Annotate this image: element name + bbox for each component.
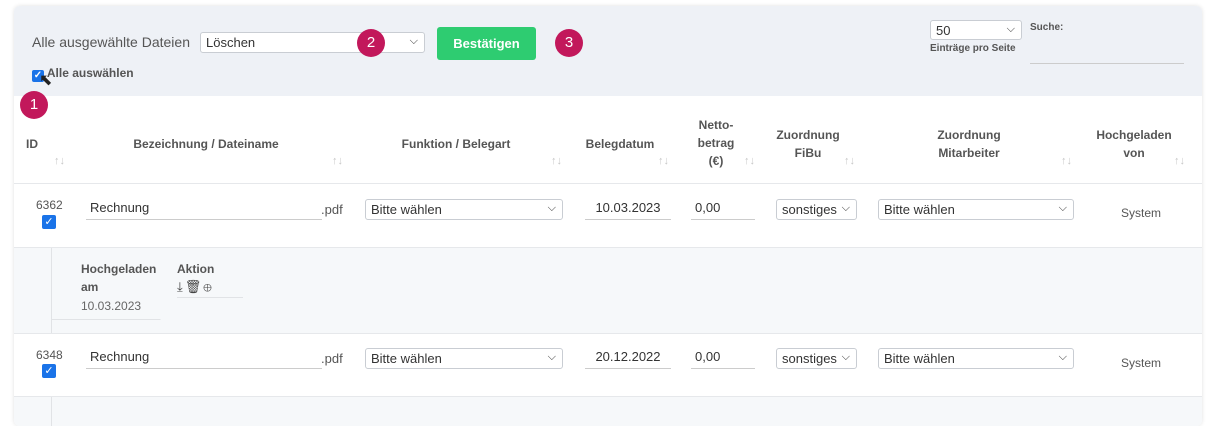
per-page-value: 50	[936, 23, 951, 38]
column-header-id[interactable]: ID	[26, 135, 56, 153]
per-page-label: Einträge pro Seite	[930, 43, 1016, 54]
column-header-label: Bezeichnung / Dateiname	[133, 137, 279, 151]
sort-icon[interactable]: ↑↓	[1061, 155, 1072, 167]
step-badge-1: 1	[20, 91, 48, 119]
chevron-down-icon: ⌵	[1058, 351, 1067, 363]
fibu-value: sonstiges	[782, 202, 837, 217]
employee-select[interactable]: Bitte wählen ⌵	[878, 348, 1074, 369]
function-select[interactable]: Bitte wählen ⌵	[365, 348, 563, 369]
row-id: 6348	[36, 348, 63, 362]
column-header-label: Zuordnung Mitarbeiter	[937, 128, 1001, 160]
step-badge-3: 3	[555, 29, 583, 57]
amount-input[interactable]: 0,00	[691, 348, 755, 369]
chevron-down-icon: ⌵	[841, 202, 850, 214]
chevron-down-icon: ⌵	[1058, 202, 1067, 214]
row-id: 6362	[36, 198, 63, 212]
download-icon[interactable]: ⤓	[177, 279, 185, 294]
employee-select[interactable]: Bitte wählen ⌵	[878, 199, 1074, 220]
row-checkbox[interactable]: ✓	[42, 364, 56, 378]
per-page-select[interactable]: 50 ⌵	[930, 20, 1022, 40]
column-header-fibu[interactable]: Zuordnung FiBu	[770, 126, 846, 162]
sort-icon[interactable]: ↑↓	[551, 155, 562, 167]
action-icons: ⤓🗑⊕	[177, 279, 243, 298]
date-input[interactable]: 20.12.2022	[585, 348, 671, 369]
row-detail-panel: Hochgeladen am 10.03.2023 Aktion ⤓🗑⊕	[51, 248, 1202, 334]
detail-cell-border	[52, 248, 161, 320]
column-header-label: Zuordnung FiBu	[776, 128, 840, 160]
uploaded-by: System	[1121, 356, 1162, 370]
confirm-button[interactable]: Bestätigen	[437, 27, 536, 60]
chevron-down-icon: ⌵	[1006, 23, 1015, 35]
name-input[interactable]: Rechnung	[86, 348, 322, 369]
row-checkbox[interactable]: ✓	[42, 215, 56, 229]
row-detail: Hochgeladen am 10.03.2023 Aktion ⤓🗑⊕	[14, 248, 1202, 334]
step-badge-2: 2	[357, 29, 385, 57]
column-header-label: Netto- betrag (€)	[697, 118, 735, 168]
column-header-label: ID	[26, 137, 38, 151]
files-card: Alle ausgewählte Dateien Löschen ⌵ Bestä…	[14, 6, 1202, 426]
chevron-down-icon: ⌵	[409, 35, 418, 47]
bulk-action-select[interactable]: Löschen ⌵	[200, 32, 425, 53]
column-header-label: Funktion / Belegart	[401, 137, 511, 151]
sort-icon[interactable]: ↑↓	[844, 155, 855, 167]
column-header-label: Belegdatum	[585, 137, 655, 151]
sort-icon[interactable]: ↑↓	[332, 155, 343, 167]
search-label: Suche:	[1030, 22, 1064, 33]
column-header-label: Hochgeladen von	[1096, 128, 1172, 160]
employee-value: Bitte wählen	[884, 202, 955, 217]
select-all-label: Alle auswählen	[46, 66, 134, 80]
trash-icon[interactable]: 🗑	[185, 279, 204, 294]
function-value: Bitte wählen	[371, 351, 442, 366]
sort-icon[interactable]: ↑↓	[744, 155, 755, 167]
chevron-down-icon: ⌵	[547, 351, 556, 363]
file-extension: .pdf	[321, 202, 343, 217]
bulk-action-value: Löschen	[206, 35, 256, 50]
divider	[14, 183, 1202, 184]
chevron-down-icon: ⌵	[547, 202, 556, 214]
file-extension: .pdf	[321, 351, 343, 366]
chevron-down-icon: ⌵	[841, 351, 850, 363]
mouse-cursor-icon: ⬉	[39, 72, 53, 89]
action-label: Aktion	[177, 262, 215, 276]
column-header-function[interactable]: Funktion / Belegart	[366, 135, 546, 153]
column-header-employee[interactable]: Zuordnung Mitarbeiter	[914, 126, 1024, 162]
divider	[14, 333, 1202, 334]
fibu-select[interactable]: sonstiges ⌵	[776, 199, 857, 220]
fibu-value: sonstiges	[782, 351, 837, 366]
sort-icon[interactable]: ↑↓	[658, 155, 669, 167]
sort-icon[interactable]: ↑↓	[54, 155, 65, 167]
search-input[interactable]	[1030, 44, 1184, 64]
zoom-icon[interactable]: ⊕	[203, 279, 213, 294]
amount-input[interactable]: 0,00	[691, 199, 755, 220]
bulk-action-label: Alle ausgewählte Dateien	[32, 34, 190, 50]
name-input[interactable]: Rechnung	[86, 199, 322, 220]
column-header-amount[interactable]: Netto- betrag (€)	[686, 116, 746, 170]
function-value: Bitte wählen	[371, 202, 442, 217]
column-header-uploaded-by[interactable]: Hochgeladen von	[1086, 126, 1182, 162]
function-select[interactable]: Bitte wählen ⌵	[365, 199, 563, 220]
sort-icon[interactable]: ↑↓	[1174, 155, 1185, 167]
column-header-name[interactable]: Bezeichnung / Dateiname	[106, 135, 306, 153]
bulk-toolbar: Alle ausgewählte Dateien Löschen ⌵ Bestä…	[14, 6, 1202, 96]
uploaded-by: System	[1121, 206, 1162, 220]
date-input[interactable]: 10.03.2023	[585, 199, 671, 220]
employee-value: Bitte wählen	[884, 351, 955, 366]
fibu-select[interactable]: sonstiges ⌵	[776, 348, 857, 369]
column-header-date[interactable]: Belegdatum	[580, 135, 660, 153]
